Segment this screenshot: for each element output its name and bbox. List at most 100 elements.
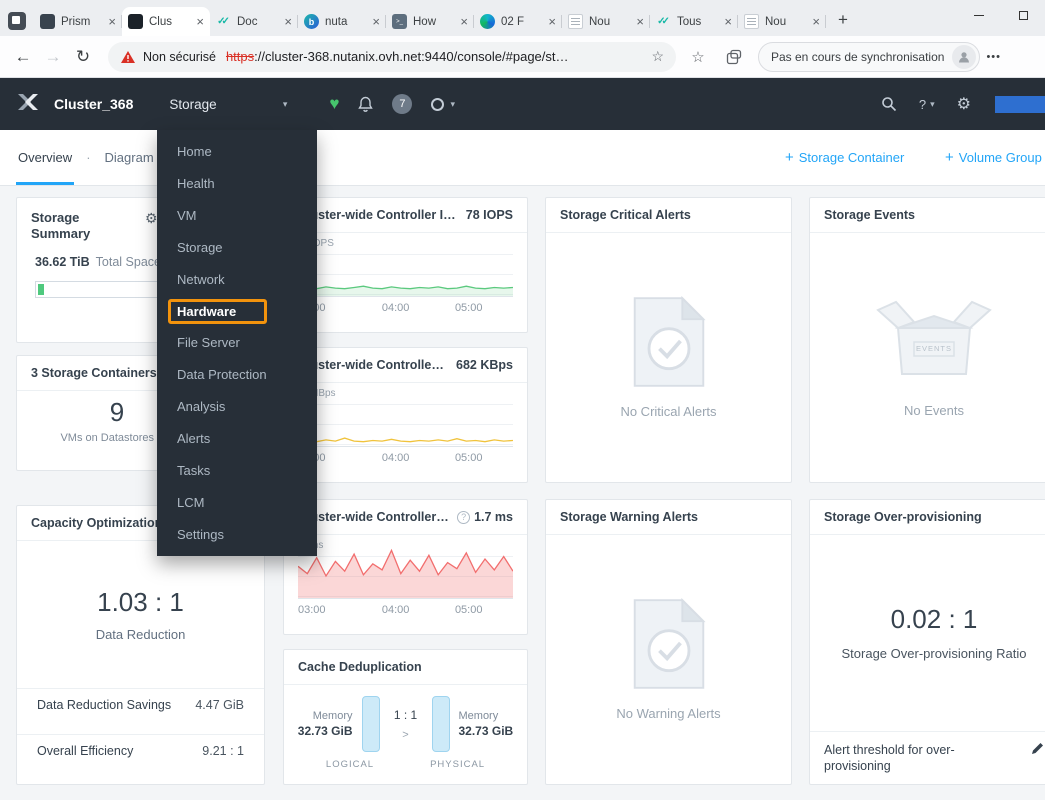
menu-label: Network <box>177 271 225 287</box>
nav-dropdown-storage[interactable]: Storage ▾ <box>169 97 287 112</box>
new-tab-button[interactable]: + <box>830 7 856 33</box>
bing-favicon <box>304 14 319 29</box>
forward-button[interactable]: → <box>38 43 68 71</box>
browser-tab[interactable]: Tous × <box>650 7 738 36</box>
search-icon[interactable] <box>881 96 897 112</box>
tab-label: Doc <box>237 15 258 28</box>
menu-item-hardware[interactable]: Hardware <box>157 295 317 327</box>
console-favicon <box>392 14 407 29</box>
browser-tab[interactable]: Doc × <box>210 7 298 36</box>
menu-label: Tasks <box>177 462 211 478</box>
edit-pencil-icon[interactable] <box>1031 742 1044 755</box>
nutanix-logo <box>16 90 40 119</box>
browser-tab[interactable]: nuta × <box>298 7 386 36</box>
storage-dropdown-menu: Home Health VM Storage Network Hardware … <box>157 130 317 556</box>
address-bar[interactable]: Non sécurisé https://cluster-368.nutanix… <box>108 41 676 72</box>
menu-item-lcm[interactable]: LCM <box>157 486 317 518</box>
warning-icon <box>121 50 135 63</box>
browser-tab[interactable]: Nou × <box>562 7 650 36</box>
menu-item-data-protection[interactable]: Data Protection <box>157 359 317 391</box>
minimize-button[interactable] <box>957 0 1001 30</box>
cache-deduplication-card: Cache Deduplication Memory 32.73 GiB 1 : … <box>283 649 528 785</box>
tasks-count-badge[interactable]: 7 <box>392 94 413 114</box>
menu-item-home[interactable]: Home <box>157 136 317 168</box>
tab-separator: · <box>86 150 91 165</box>
tab-close-icon[interactable]: × <box>636 14 644 29</box>
browser-tab[interactable]: Prism × <box>34 7 122 36</box>
storage-events-card: Storage Events EVENTS No Events <box>809 197 1045 483</box>
add-storage-container-button[interactable]: + Storage Container <box>785 130 904 185</box>
back-button[interactable]: ← <box>8 43 38 71</box>
tab-label: Tous <box>677 15 702 28</box>
physical-memory-stat: Memory 32.73 GiB <box>459 710 514 738</box>
help-label: ? <box>918 96 927 112</box>
browser-profile-button[interactable]: Pas en cours de synchronisation <box>758 41 981 72</box>
tab-close-icon[interactable]: × <box>372 14 380 29</box>
tab-label: 02 F <box>501 15 525 28</box>
browser-menu-icon[interactable]: ••• <box>986 51 1001 63</box>
browser-tab[interactable]: Nou × <box>738 7 826 36</box>
menu-item-tasks[interactable]: Tasks <box>157 454 317 486</box>
progress-menu[interactable]: ▾ <box>431 97 455 111</box>
info-icon[interactable]: ? <box>457 510 471 524</box>
menu-item-health[interactable]: Health <box>157 168 317 200</box>
favorites-icon[interactable]: ☆ <box>684 43 712 71</box>
menu-item-network[interactable]: Network <box>157 263 317 295</box>
browser-tab[interactable]: 02 F × <box>474 7 562 36</box>
collections-glyph <box>726 49 742 64</box>
collections-icon[interactable] <box>720 43 748 71</box>
tab-close-icon[interactable]: × <box>724 14 732 29</box>
browser-tab-active[interactable]: Clus × <box>122 7 210 36</box>
refresh-button[interactable]: ↻ <box>68 43 98 71</box>
action-label: Volume Group <box>958 150 1042 165</box>
menu-item-vm[interactable]: VM <box>157 200 317 232</box>
card-title: Storage Critical Alerts <box>560 208 691 222</box>
add-volume-group-button[interactable]: + Volume Group <box>945 130 1045 185</box>
user-menu-selected[interactable] <box>995 96 1045 113</box>
memory-label: Memory <box>458 710 499 722</box>
tab-close-icon[interactable]: × <box>812 14 820 29</box>
tab-diagram[interactable]: Diagram <box>103 130 156 185</box>
tab-close-icon[interactable]: × <box>460 14 468 29</box>
menu-item-alerts[interactable]: Alerts <box>157 423 317 455</box>
bookmark-icon[interactable]: ☆ <box>651 48 664 65</box>
help-menu[interactable]: ? ▾ <box>919 97 935 112</box>
menu-item-analysis[interactable]: Analysis <box>157 391 317 423</box>
nav-dropdown-label: Storage <box>169 96 217 112</box>
data-reduction-label: Data Reduction <box>95 627 186 642</box>
tab-label: Prism <box>61 15 91 28</box>
widget-gear-icon[interactable]: ⚙ <box>145 210 158 227</box>
menu-label-highlighted: Hardware <box>168 298 268 324</box>
alerts-bell-icon[interactable] <box>358 96 374 113</box>
security-status[interactable]: Non sécurisé <box>143 50 216 64</box>
progress-circle-icon <box>431 97 445 111</box>
plus-icon: + <box>785 149 794 166</box>
tab-workspaces-icon[interactable] <box>8 12 26 30</box>
tick-label: 04:00 <box>381 452 410 464</box>
browser-tab[interactable]: How × <box>386 7 474 36</box>
tab-close-icon[interactable]: × <box>284 14 292 29</box>
io-bw-sparkline: MBps <box>298 385 513 447</box>
menu-item-file-server[interactable]: File Server <box>157 327 317 359</box>
tab-close-icon[interactable]: × <box>108 14 116 29</box>
over-provisioning-card: Storage Over-provisioning 0.02 : 1 Stora… <box>809 499 1045 785</box>
url-text[interactable]: https://cluster-368.nutanix.ovh.net:9440… <box>226 49 645 64</box>
iops-sparkline: IOPS <box>298 235 513 297</box>
menu-item-settings[interactable]: Settings <box>157 518 317 550</box>
tab-label: Nou <box>589 15 611 28</box>
alert-threshold-label: Alert threshold for over-provisioning <box>824 742 955 773</box>
tab-close-icon[interactable]: × <box>196 14 204 29</box>
maximize-button[interactable] <box>1001 0 1045 30</box>
maximize-icon <box>1018 10 1028 20</box>
health-heart-icon[interactable]: ♥ <box>329 94 339 114</box>
controller-io-bw-chart-card: Cluster-wide Controller IO B/W 682 KBps M… <box>283 347 528 483</box>
card-title: Storage Events <box>824 208 916 222</box>
memory-value: 32.73 GiB <box>297 724 353 738</box>
person-icon <box>959 51 970 62</box>
menu-item-storage[interactable]: Storage <box>157 232 317 264</box>
settings-gear-icon[interactable]: ⚙ <box>957 94 971 114</box>
chevron-down-icon: ▾ <box>930 98 935 109</box>
tab-close-icon[interactable]: × <box>548 14 556 29</box>
document-favicon <box>568 14 583 29</box>
tab-overview[interactable]: Overview <box>16 130 74 185</box>
